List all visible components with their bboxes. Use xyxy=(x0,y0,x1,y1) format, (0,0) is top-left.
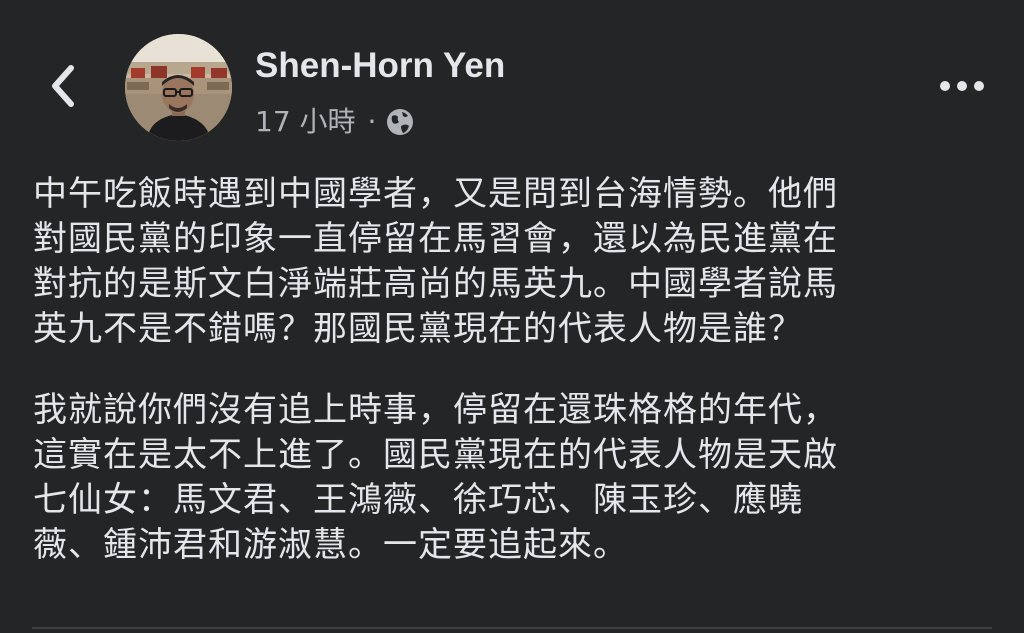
post-paragraph: 我就說你們沒有追上時事，停留在還珠格格的年代， 這實在是太不上進了。國民黨現在的… xyxy=(33,388,993,568)
post-paragraph: 中午吃飯時遇到中國學者，又是問到台海情勢。他們 對國民黨的印象一直停留在馬習會，… xyxy=(33,172,993,352)
post-body: 中午吃飯時遇到中國學者，又是問到台海情勢。他們 對國民黨的印象一直停留在馬習會，… xyxy=(33,172,993,604)
back-button[interactable] xyxy=(38,62,86,110)
post-line: 英九不是不錯嗎？那國民黨現在的代表人物是誰？ xyxy=(33,309,803,349)
divider xyxy=(32,627,992,629)
author-name[interactable]: Shen-Horn Yen xyxy=(255,44,505,88)
post-line: 中午吃飯時遇到中國學者，又是問到台海情勢。他們 xyxy=(33,174,838,214)
post-meta: 17 小時 · xyxy=(255,102,416,142)
more-horizontal-icon xyxy=(940,81,984,91)
post-line: 對抗的是斯文白淨端莊高尚的馬英九。中國學者說馬 xyxy=(33,264,838,304)
post-timestamp[interactable]: 17 小時 xyxy=(255,102,356,142)
avatar-photo xyxy=(125,34,232,141)
post-line: 對國民黨的印象一直停留在馬習會，還以為民進黨在 xyxy=(33,219,838,259)
post-line: 薇、鍾沛君和游淑慧。一定要追起來。 xyxy=(33,525,628,565)
post-line: 我就說你們沒有追上時事，停留在還珠格格的年代， xyxy=(33,390,838,430)
meta-separator: · xyxy=(367,105,377,138)
globe-icon[interactable] xyxy=(384,106,416,138)
chevron-left-icon xyxy=(52,65,74,107)
post-line: 七仙女：馬文君、王鴻薇、徐巧芯、陳玉珍、應曉 xyxy=(33,480,803,520)
post-line: 這實在是太不上進了。國民黨現在的代表人物是天啟 xyxy=(33,435,838,475)
avatar[interactable] xyxy=(125,34,232,141)
more-options-button[interactable] xyxy=(934,66,990,106)
